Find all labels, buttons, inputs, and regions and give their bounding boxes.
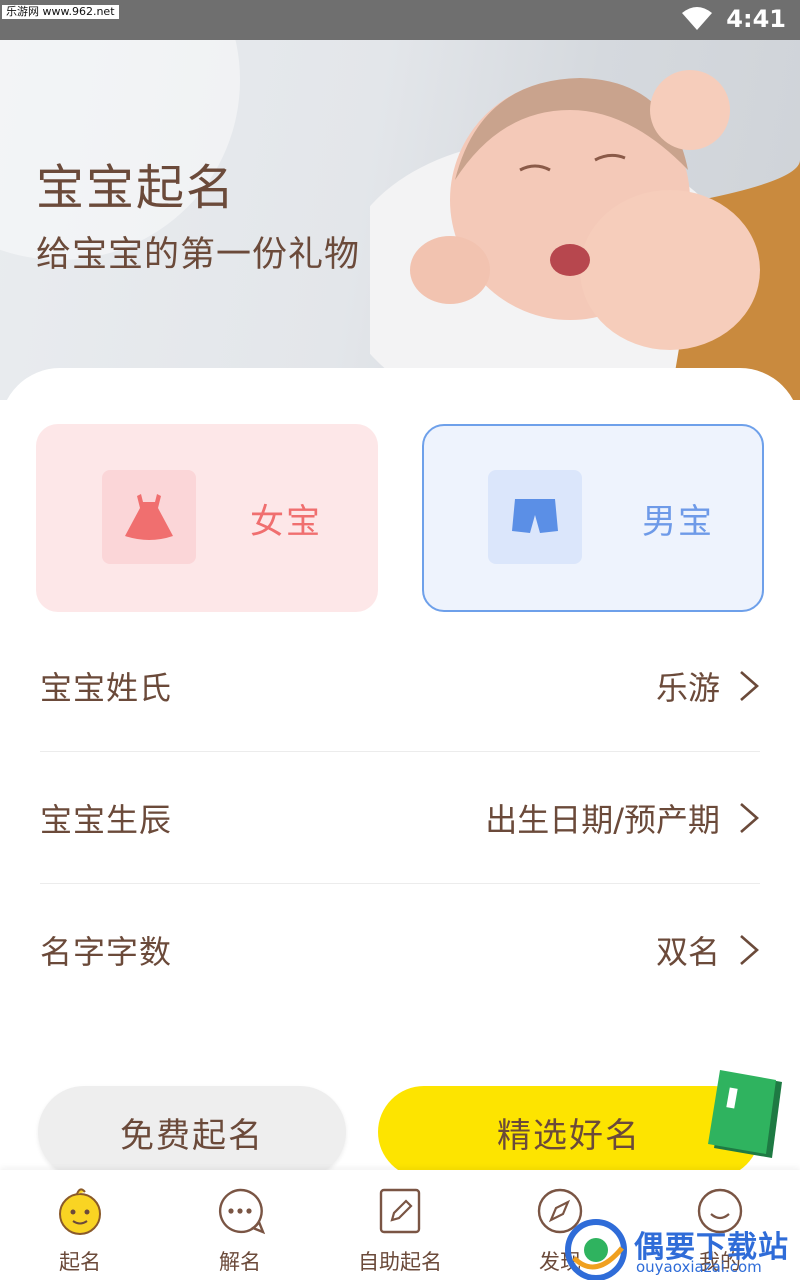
edit-icon [379, 1188, 421, 1234]
watermark-label: 乐游网 www.962.net [2, 5, 119, 19]
watermark-sub: ouyaoxiazai.com [636, 1258, 762, 1276]
nav-naming[interactable]: 起名 [0, 1178, 160, 1278]
gender-girl-card[interactable]: 女宝 [36, 424, 378, 612]
gender-boy-label: 男宝 [642, 502, 714, 542]
watermark-logo-icon [565, 1219, 627, 1280]
wifi-icon [682, 7, 713, 30]
nav-interpret-label: 解名 [219, 1250, 261, 1274]
status-bar: 乐游网 www.962.net 4:41 [0, 0, 800, 40]
surname-label: 宝宝姓氏 [40, 668, 173, 707]
hero-title: 宝宝起名 [36, 160, 237, 216]
dress-icon [125, 494, 173, 540]
chevron-right-icon [740, 935, 759, 965]
birth-date-label: 宝宝生辰 [40, 800, 173, 839]
free-naming-button[interactable]: 免费起名 [38, 1086, 346, 1178]
chevron-right-icon [740, 670, 759, 701]
shorts-icon-box [488, 470, 582, 564]
baby-face-icon [59, 1188, 101, 1235]
book-icon [708, 1070, 782, 1158]
name-length-value: 双名 [655, 933, 720, 971]
watermark-logo: 偶要下载站 ouyaoxiazai.com [562, 1218, 800, 1280]
nav-naming-label: 起名 [59, 1250, 101, 1274]
gender-girl-label: 女宝 [250, 502, 322, 542]
baby-photo [370, 70, 800, 400]
dress-icon-box [102, 470, 196, 564]
nav-self-naming-label: 自助起名 [358, 1250, 442, 1274]
status-time: 4:41 [726, 5, 786, 33]
nav-self-naming[interactable]: 自助起名 [320, 1178, 480, 1278]
gender-boy-card[interactable]: 男宝 [422, 424, 764, 612]
name-length-label: 名字字数 [40, 933, 173, 971]
nav-interpret[interactable]: 解名 [160, 1178, 320, 1278]
selected-names-button[interactable]: 精选好名 [378, 1086, 760, 1178]
surname-row[interactable]: 宝宝姓氏 乐游 [40, 620, 760, 752]
hero-banner: 宝宝起名 给宝宝的第一份礼物 [0, 40, 800, 400]
birth-date-value: 出生日期/预产期 [485, 800, 720, 839]
surname-value: 乐游 [655, 668, 720, 707]
shorts-icon [512, 499, 558, 533]
chat-bubble-icon [219, 1188, 265, 1235]
name-length-row[interactable]: 名字字数 双名 [40, 884, 760, 1016]
hero-subtitle: 给宝宝的第一份礼物 [36, 235, 361, 275]
chevron-right-icon [740, 802, 759, 833]
birth-date-row[interactable]: 宝宝生辰 出生日期/预产期 [40, 752, 760, 884]
